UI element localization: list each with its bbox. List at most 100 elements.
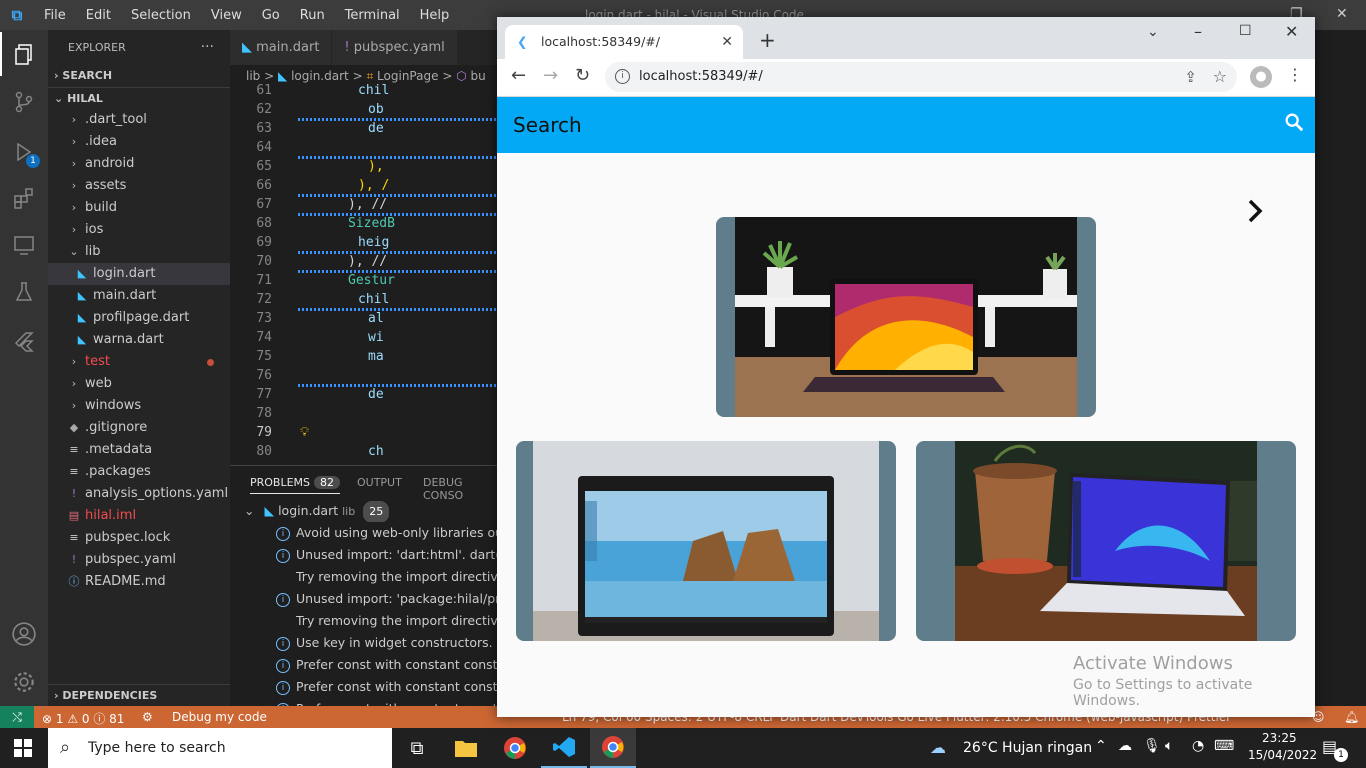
notifications-bell-icon[interactable]: 🔔︎ <box>1344 710 1359 724</box>
tree-item[interactable]: › web <box>48 373 230 395</box>
new-tab-icon[interactable]: + <box>759 28 776 52</box>
volume-icon[interactable]: 🔈︎ <box>1165 738 1173 754</box>
tree-item[interactable]: › android <box>48 153 230 175</box>
wifi-icon[interactable]: ◔ <box>1192 738 1204 754</box>
explorer-icon[interactable] <box>0 32 48 76</box>
chrome-taskbar-icon[interactable] <box>590 728 636 768</box>
problem-file-group[interactable]: ⌄ ◣ login.dart lib 25 <box>230 500 498 522</box>
project-section[interactable]: ⌄ HILAL <box>48 87 230 109</box>
tree-item[interactable]: › test <box>48 351 230 373</box>
search-section[interactable]: › SEARCH <box>48 65 230 87</box>
share-icon[interactable]: ⇪ <box>1184 62 1197 92</box>
keyboard-icon[interactable]: ⌨ <box>1214 738 1234 754</box>
run-debug-icon[interactable]: 1 <box>0 130 48 174</box>
back-icon[interactable]: ← <box>511 65 526 86</box>
tab-output[interactable]: OUTPUT <box>357 476 402 489</box>
weather-text[interactable]: 26°C Hujan ringan <box>963 740 1092 756</box>
more-actions-icon[interactable]: ··· <box>201 30 214 65</box>
menu-go[interactable]: Go <box>252 8 290 23</box>
lightbulb-icon[interactable]: 💡︎ <box>300 425 309 440</box>
tray-chevron-up-icon[interactable]: ⌃ <box>1095 738 1107 754</box>
file-explorer-icon[interactable] <box>443 728 489 768</box>
close-browser-icon[interactable]: ✕ <box>1285 22 1298 41</box>
address-bar[interactable]: i localhost:58349/#/ ⇪ ☆ <box>605 62 1237 92</box>
problem-row[interactable]: i Unused import: 'package:hilal/profi <box>230 588 498 610</box>
problem-row[interactable]: i Unused import: 'dart:html'. dart(un <box>230 544 498 566</box>
problem-row[interactable]: Try removing the import directive. <box>230 610 498 632</box>
breadcrumb-item[interactable]: LoginPage <box>377 69 438 83</box>
menu-run[interactable]: Run <box>290 8 335 23</box>
laptop-card[interactable] <box>516 441 896 641</box>
tree-item[interactable]: › windows <box>48 395 230 417</box>
taskbar-search-box[interactable]: ⌕ Type here to search <box>48 728 392 768</box>
settings-gear-icon[interactable] <box>0 660 48 704</box>
tab-search-chevron-icon[interactable]: ⌄ <box>1147 24 1159 40</box>
tab-debug-console[interactable]: DEBUG CONSO <box>423 476 498 502</box>
problem-row[interactable]: Try removing the import directive. <box>230 566 498 588</box>
chrome-menu-icon[interactable]: ⋮ <box>1287 65 1303 84</box>
tree-item[interactable]: › ios <box>48 219 230 241</box>
weather-icon[interactable]: ☁ <box>930 738 946 757</box>
tree-item[interactable]: ◆ .gitignore <box>48 417 230 439</box>
tree-item[interactable]: ▤ hilal.iml <box>48 505 230 527</box>
source-control-icon[interactable] <box>0 80 48 124</box>
maximize-icon[interactable]: ☐ <box>1239 23 1252 39</box>
task-view-icon[interactable]: ⧉ <box>394 728 440 768</box>
remote-indicator-icon[interactable]: ⤭ <box>0 706 34 728</box>
windows-start-icon[interactable] <box>0 728 46 768</box>
menu-terminal[interactable]: Terminal <box>335 8 410 23</box>
close-tab-icon[interactable]: ✕ <box>721 25 733 59</box>
onedrive-icon[interactable]: ☁ <box>1118 738 1132 754</box>
tree-item[interactable]: ◣ main.dart <box>48 285 230 307</box>
chevron-right-icon[interactable] <box>1243 197 1267 229</box>
breadcrumb-item[interactable]: login.dart <box>291 69 349 83</box>
close-window-icon[interactable]: ✕ <box>1336 6 1348 22</box>
tree-item[interactable]: ≡ pubspec.lock <box>48 527 230 549</box>
clock-date[interactable]: 15/04/2022 <box>1248 748 1317 762</box>
account-icon[interactable] <box>0 612 48 656</box>
profile-avatar-icon[interactable]: ● <box>1250 66 1272 88</box>
code-area[interactable]: 61 chil 62 ob 63 de 64 65), 66), / 67), // 68 Sized… <box>230 83 498 465</box>
tab-main-dart[interactable]: ◣ main.dart <box>230 30 333 65</box>
problem-row[interactable]: i Prefer const with constant construc <box>230 676 498 698</box>
problem-row[interactable]: i Use key in widget constructors. dar <box>230 632 498 654</box>
extensions-icon[interactable] <box>0 176 48 220</box>
debug-icon[interactable]: ⚙ <box>142 710 153 724</box>
debug-config[interactable]: Debug my code <box>172 710 267 724</box>
tree-item[interactable]: › build <box>48 197 230 219</box>
tab-problems[interactable]: PROBLEMS 82 <box>250 476 341 494</box>
search-icon[interactable] <box>1283 111 1305 137</box>
tree-item[interactable]: ≡ .metadata <box>48 439 230 461</box>
breadcrumb-item[interactable]: lib <box>246 69 260 83</box>
tree-item[interactable]: ◣ profilpage.dart <box>48 307 230 329</box>
tree-item[interactable]: ◣ warna.dart <box>48 329 230 351</box>
tree-item[interactable]: ! analysis_options.yaml <box>48 483 230 505</box>
tree-item[interactable]: › .idea <box>48 131 230 153</box>
menu-help[interactable]: Help <box>410 8 460 23</box>
laptop-card[interactable] <box>916 441 1296 641</box>
vscode-taskbar-icon[interactable] <box>541 728 587 768</box>
microphone-icon[interactable]: 🎙︎ <box>1143 738 1161 754</box>
clock-time[interactable]: 23:25 <box>1262 731 1297 745</box>
remote-explorer-icon[interactable] <box>0 223 48 267</box>
chrome-dev-icon[interactable] <box>492 728 538 768</box>
laptop-card[interactable] <box>716 217 1096 417</box>
dependencies-section[interactable]: › DEPENDENCIES <box>48 684 230 706</box>
tree-item[interactable]: ⌄ lib <box>48 241 230 263</box>
forward-icon[interactable]: → <box>543 65 558 86</box>
tab-pubspec-yaml[interactable]: ! pubspec.yaml <box>332 30 458 65</box>
menu-file[interactable]: File <box>34 8 76 23</box>
minimize-icon[interactable]: – <box>1194 22 1202 41</box>
breadcrumb-item[interactable]: bu <box>471 69 486 83</box>
site-info-icon[interactable]: i <box>615 69 630 84</box>
problems-status[interactable]: ⊗ 1 ⚠ 0 ⓘ 81 <box>42 710 124 727</box>
tree-item[interactable]: ≡ .packages <box>48 461 230 483</box>
problem-row[interactable]: i Prefer const with constant construc <box>230 654 498 676</box>
tree-item[interactable]: ! pubspec.yaml <box>48 549 230 571</box>
menu-view[interactable]: View <box>201 8 252 23</box>
tree-item[interactable]: › .dart_tool <box>48 109 230 131</box>
reload-icon[interactable]: ↻ <box>575 65 590 86</box>
flutter-icon[interactable] <box>0 320 48 364</box>
problem-row[interactable]: i Avoid using web-only libraries outs <box>230 522 498 544</box>
tree-item[interactable]: ⓘ README.md <box>48 571 230 593</box>
